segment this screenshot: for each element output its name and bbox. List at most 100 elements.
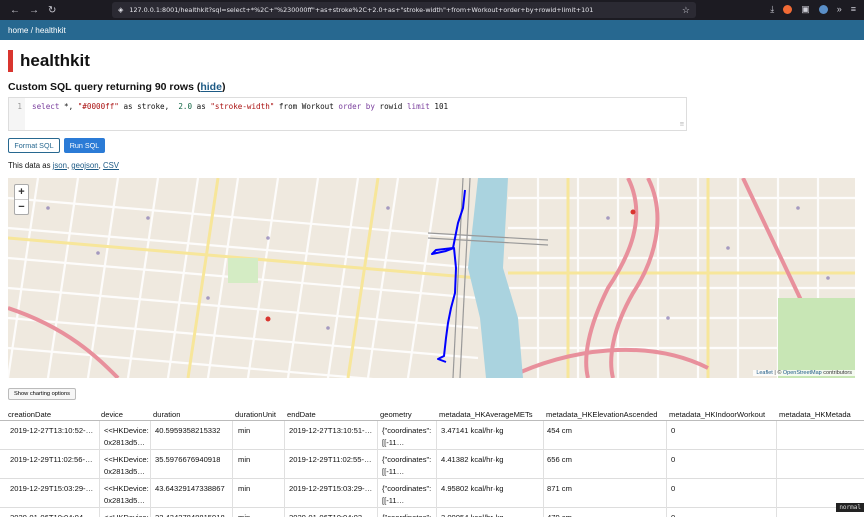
column-divider — [666, 479, 667, 508]
show-charting-options-button[interactable]: Show charting options — [8, 388, 76, 400]
cell-text: 22.43427848815918 — [155, 512, 225, 517]
column-header[interactable]: metadata_HKIndoorWorkout — [669, 410, 765, 419]
column-header[interactable]: creationDate — [8, 410, 51, 419]
run-sql-button[interactable]: Run SQL — [64, 138, 105, 153]
column-divider — [232, 450, 233, 479]
menu-icon[interactable]: » — [837, 4, 842, 15]
cell-text: 0x2813d5… — [104, 438, 145, 447]
column-divider — [543, 450, 544, 479]
cell-text: 43.64329147338867 — [155, 484, 225, 493]
query-summary-suffix: ) — [221, 81, 226, 93]
extension-icon[interactable]: ▣ — [801, 4, 810, 15]
cell-text: 2019-12-27T13:10:52-… — [10, 426, 94, 435]
column-header[interactable]: metadata_HKMetada — [779, 410, 851, 419]
cell-text: [[-11… — [382, 438, 405, 447]
star-icon[interactable]: ☆ — [682, 5, 690, 16]
address-bar[interactable]: ◈ 127.0.0.1:8001/healthkit?sql=select+*%… — [112, 2, 696, 18]
shield-icon[interactable]: ◈ — [118, 6, 123, 14]
column-header[interactable]: metadata_HKElevationAscended — [546, 410, 657, 419]
table-cell: <<HKDevice: 0x2813d5… — [104, 483, 149, 507]
leaflet-link[interactable]: Leaflet — [756, 370, 773, 376]
menu-icon[interactable]: ≡ — [851, 4, 856, 15]
extension-icon[interactable] — [783, 5, 793, 14]
column-divider — [776, 421, 777, 450]
cell-text: 2019-12-29T11:02:56-… — [10, 455, 93, 464]
table-cell: 2019-12-29T11:02:55-… — [289, 454, 372, 466]
column-divider — [377, 421, 378, 450]
sql-editor[interactable]: 1 select *, "#0000ff" as stroke, 2.0 as … — [8, 97, 687, 131]
cell-text: min — [238, 484, 251, 493]
map[interactable] — [8, 178, 855, 378]
cell-text: 479 cm — [547, 512, 572, 517]
cell-text: [[-11… — [382, 467, 405, 476]
export-prefix: This data as — [8, 161, 53, 170]
sql-keyword: limit — [406, 102, 430, 111]
sql-string: "stroke-width" — [210, 102, 275, 111]
json-link[interactable]: json — [53, 161, 67, 170]
column-divider — [543, 479, 544, 508]
table-cell: 2019-12-29T15:03:29-… — [10, 483, 93, 495]
table-cell: 2019-12-29T11:02:56-… — [10, 454, 93, 466]
column-header[interactable]: geometry — [380, 410, 412, 419]
column-header[interactable]: durationUnit — [235, 410, 276, 419]
download-icon[interactable]: ⤓ — [770, 4, 774, 15]
column-divider — [666, 508, 667, 517]
geojson-link[interactable]: geojson — [71, 161, 98, 170]
sql-code[interactable]: select *, "#0000ff" as stroke, 2.0 as "s… — [32, 102, 448, 111]
back-icon[interactable]: ← — [10, 5, 20, 16]
cell-text: {"coordinates": — [382, 512, 431, 517]
table-cell: 2019-12-27T13:10:52-… — [10, 425, 93, 437]
column-divider — [284, 508, 285, 517]
column-divider — [232, 421, 233, 450]
table-cell: 2019-12-27T13:10:51-… — [289, 425, 372, 437]
table-cell: 0 — [671, 483, 675, 495]
column-divider — [436, 479, 437, 508]
sql-keyword: select — [32, 102, 60, 111]
line-number: 1 — [9, 98, 25, 130]
column-divider — [666, 421, 667, 450]
sql-text: as stroke, — [118, 102, 179, 111]
breadcrumb[interactable]: home / healthkit — [8, 26, 66, 35]
column-divider — [543, 508, 544, 517]
cell-text: {"coordinates": — [382, 484, 432, 493]
table-cell: {"coordinates": [[-11… — [382, 425, 431, 449]
column-header[interactable]: metadata_HKAverageMETs — [439, 410, 533, 419]
column-header[interactable]: endDate — [287, 410, 316, 419]
forward-icon[interactable]: → — [29, 5, 39, 16]
column-divider — [150, 421, 151, 450]
column-header[interactable]: device — [101, 410, 123, 419]
table-cell: {"coordinates": [[-11… — [382, 483, 431, 507]
sql-text: 101 — [429, 102, 449, 111]
cell-text: 2019-12-29T11:02:55-… — [289, 455, 372, 464]
table-cell: 43.64329147338867 — [155, 483, 225, 495]
cell-text: 2019-12-29T15:03:29-… — [289, 484, 373, 493]
column-header[interactable]: duration — [153, 410, 180, 419]
column-divider — [150, 479, 151, 508]
cell-text: 0x2813d5… — [104, 467, 145, 476]
url-text[interactable]: 127.0.0.1:8001/healthkit?sql=select+*%2C… — [129, 6, 593, 14]
column-divider — [150, 508, 151, 517]
column-divider — [284, 479, 285, 508]
cell-text: 3.00054 kcal/hr·kg — [441, 512, 503, 517]
cell-text: min — [238, 426, 251, 435]
format-sql-button[interactable]: Format SQL — [8, 138, 60, 153]
cell-text: 656 cm — [547, 455, 572, 464]
browser-toolbar: ← → ↻ ◈ 127.0.0.1:8001/healthkit?sql=sel… — [0, 0, 864, 20]
table-cell: 0 — [671, 454, 675, 466]
cell-text: <<HKDevice: — [104, 512, 149, 517]
column-divider — [99, 450, 100, 479]
csv-link[interactable]: CSV — [103, 161, 119, 170]
table-row: 2020-01-06T10:04:04-… <<HKDevice: 22.43427… — [0, 508, 864, 517]
zoom-in-button[interactable]: + — [15, 185, 28, 200]
hide-link[interactable]: hide — [200, 81, 222, 93]
reload-icon[interactable]: ↻ — [48, 5, 56, 16]
column-divider — [232, 508, 233, 517]
table-cell: 479 cm — [547, 512, 572, 517]
cell-text: {"coordinates": — [382, 455, 432, 464]
extension-icon[interactable] — [818, 5, 828, 14]
table-cell: 22.43427848815918 — [155, 512, 225, 517]
zoom-out-button[interactable]: − — [15, 200, 28, 215]
resize-handle-icon[interactable]: ≡ — [680, 120, 684, 128]
osm-link[interactable]: OpenStreetMap — [783, 370, 822, 376]
column-divider — [666, 450, 667, 479]
